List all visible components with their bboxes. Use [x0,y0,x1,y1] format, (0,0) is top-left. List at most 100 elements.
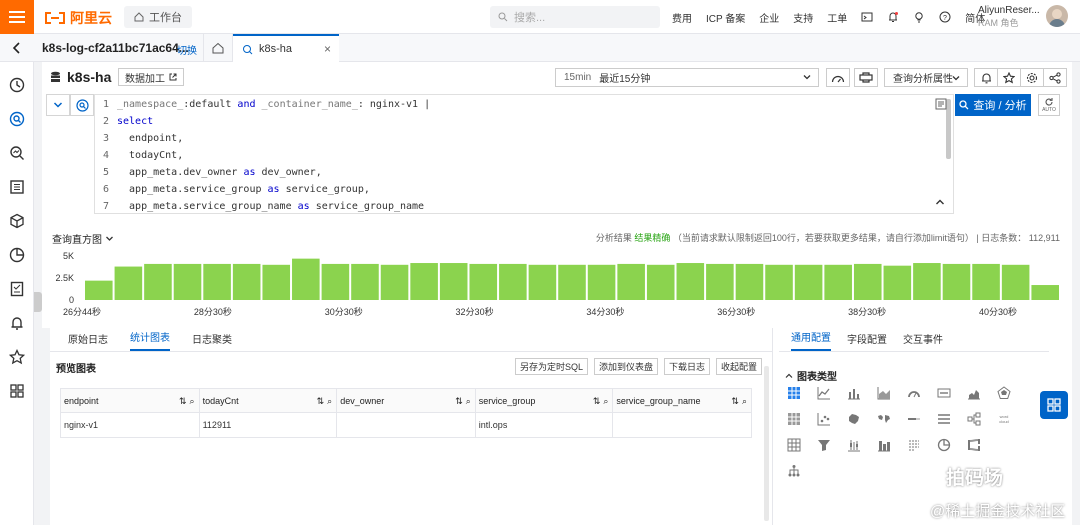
tab-field-config[interactable]: 字段配置 [847,331,887,351]
histogram-bar[interactable] [913,263,941,300]
column-header[interactable]: endpoint ⇅ ⌕ [61,389,200,412]
histogram-bar[interactable] [794,264,823,300]
floating-apps-button[interactable] [1040,391,1068,419]
tab-k8s-ha[interactable]: k8s-ha × [233,34,339,62]
search-icon[interactable]: ⌕ [190,396,195,407]
bell-icon[interactable] [887,11,899,23]
format-icon[interactable] [935,98,947,110]
workbench-button[interactable]: 工作台 [124,6,192,28]
query-analyze-button[interactable]: 查询 / 分析 [955,94,1031,116]
favorite-button[interactable] [997,68,1021,87]
nav-enterprise[interactable]: 企业 [759,10,779,25]
sort-icon[interactable]: ⇅ [455,396,463,407]
column-header[interactable]: service_group_name ⇅ ⌕ [613,389,751,412]
chevron-up-icon[interactable] [935,197,945,207]
tab-log-clusters[interactable]: 日志聚类 [192,331,232,351]
aliyun-logo[interactable]: 阿里云 [44,8,112,28]
list-chart-icon[interactable] [937,412,951,426]
world-map-icon[interactable] [877,412,891,426]
pie-chart-icon[interactable] [9,247,25,263]
histogram-bar[interactable] [85,280,113,300]
progress-bar-icon[interactable] [907,412,921,426]
search-analysis-icon[interactable] [9,145,25,161]
rail-resize-handle[interactable] [34,292,42,312]
alert-bell-icon[interactable] [9,315,25,331]
alert-button[interactable] [974,68,998,87]
data-processing-button[interactable]: 数据加工 [118,68,184,86]
histogram-bar[interactable] [262,264,291,300]
histogram-bar[interactable] [972,263,1000,300]
column-header[interactable]: service_group ⇅ ⌕ [475,389,614,412]
chart-type-section[interactable]: 图表类型 [785,368,837,383]
share-link-button[interactable] [854,68,878,87]
time-range-picker[interactable]: 15min 最近15分钟 [555,68,819,87]
funnel-chart-icon[interactable] [817,438,831,452]
histogram-bar[interactable] [706,263,734,300]
histogram-bar[interactable] [1001,264,1030,300]
table-row[interactable]: nginx-v1 112911 intl.ops [61,413,751,437]
flow-chart-icon[interactable] [967,386,981,400]
account-menu[interactable]: AliyunReser... RAM 角色 [978,4,1040,30]
table-chart-icon[interactable] [787,386,801,400]
clock-icon[interactable] [9,77,25,93]
histogram-bar[interactable] [558,264,586,300]
list-icon[interactable] [9,179,25,195]
collapse-config-button[interactable]: 收起配置 [715,358,762,375]
query-history-button[interactable] [70,94,94,116]
line-chart-icon[interactable] [817,386,831,400]
candlestick-chart-icon[interactable] [847,438,861,452]
close-icon[interactable]: × [324,42,331,56]
histogram-bar[interactable] [439,263,468,300]
bar-chart-icon[interactable] [847,386,861,400]
histogram-bar[interactable] [883,265,912,300]
auto-refresh-button[interactable]: AUTO [1038,94,1060,116]
preview-scrollbar[interactable] [764,366,769,521]
pie-chart-icon[interactable] [937,438,951,452]
column-header[interactable]: dev_owner ⇅ ⌕ [337,389,476,412]
query-attributes-dropdown[interactable]: 查询分析属性 [884,68,968,87]
nav-support[interactable]: 支持 [793,10,813,25]
histogram-bar[interactable] [735,263,764,300]
histogram-bar[interactable] [942,263,971,300]
histogram-bar[interactable] [144,263,172,300]
histogram-bar[interactable] [528,264,557,300]
histogram-bar[interactable] [499,263,527,300]
histogram-bar[interactable] [853,263,882,300]
histogram-bar[interactable] [173,263,202,300]
histogram-bar[interactable] [410,263,438,300]
editor-collapse-button[interactable] [46,94,70,116]
query-editor[interactable]: 1 _namespace_:default and _container_name… [94,94,954,214]
menu-icon[interactable] [0,0,34,34]
tree-chart-icon[interactable] [787,464,801,478]
switch-project-link[interactable]: 切换 [177,42,197,57]
map-china-icon[interactable] [847,412,861,426]
histogram-bar[interactable] [765,264,793,300]
tab-interaction-events[interactable]: 交互事件 [903,331,943,351]
grid-apps-icon[interactable] [9,383,25,399]
download-logs-button[interactable]: 下载日志 [663,358,710,375]
histogram-bar[interactable] [469,263,498,300]
back-button[interactable] [0,34,34,62]
refresh-gauge-button[interactable] [826,68,850,87]
help-icon[interactable]: ? [939,11,951,23]
avatar[interactable] [1046,5,1068,27]
search-input[interactable]: 搜索... [490,6,660,28]
cube-icon[interactable] [9,213,25,229]
sort-icon[interactable]: ⇅ [179,396,187,407]
topology-chart-icon[interactable] [967,412,981,426]
histogram-bar[interactable] [587,264,616,300]
tab-general-config[interactable]: 通用配置 [791,329,831,351]
radar-chart-icon[interactable] [997,386,1011,400]
scatter-chart-icon[interactable] [817,412,831,426]
nav-icp[interactable]: ICP 备案 [706,10,745,25]
histogram-bar[interactable] [292,258,320,300]
gauge-chart-icon[interactable] [907,386,921,400]
save-scheduled-sql-button[interactable]: 另存为定时SQL [514,358,588,375]
star-icon[interactable] [9,349,25,365]
home-tab[interactable] [203,34,233,62]
sort-icon[interactable]: ⇅ [317,396,325,407]
search-icon[interactable]: ⌕ [603,396,608,407]
share-button[interactable] [1043,68,1067,87]
histogram-bar[interactable] [380,264,409,300]
histogram-bar[interactable] [617,263,645,300]
